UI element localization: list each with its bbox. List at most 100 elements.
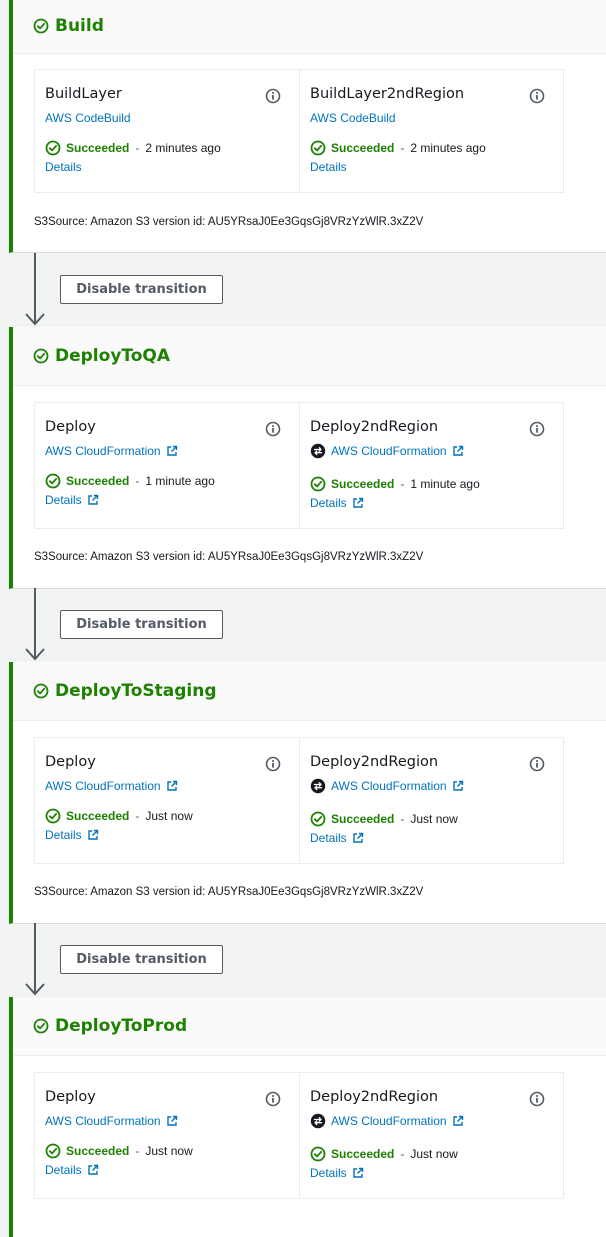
check-circle-icon bbox=[45, 808, 61, 824]
action-card: Deploy AWS CloudFormation Succeeded - Ju… bbox=[35, 1073, 299, 1198]
external-link-icon bbox=[166, 445, 178, 457]
provider-label: AWS CloudFormation bbox=[45, 779, 161, 793]
action-name: Deploy2ndRegion bbox=[310, 754, 439, 770]
details-link[interactable]: Details bbox=[310, 830, 553, 846]
status-time: 2 minutes ago bbox=[410, 141, 486, 155]
stage-build: Build BuildLayer AWS CodeBuild Succeeded… bbox=[9, 0, 606, 253]
stage-header: DeployToStaging bbox=[13, 662, 606, 721]
status-text: Succeeded bbox=[331, 477, 395, 491]
external-link-icon bbox=[87, 829, 99, 841]
check-circle-icon bbox=[45, 1143, 61, 1159]
status-text: Succeeded bbox=[331, 812, 395, 826]
action-status: Succeeded - Just now bbox=[45, 1142, 289, 1160]
provider-link[interactable]: AWS CloudFormation bbox=[45, 1113, 289, 1129]
status-separator: - bbox=[400, 1147, 405, 1161]
check-circle-icon bbox=[33, 348, 49, 364]
details-link[interactable]: Details bbox=[45, 1162, 289, 1178]
status-separator: - bbox=[135, 141, 140, 155]
status-time: 1 minute ago bbox=[145, 474, 215, 488]
action-list: BuildLayer AWS CodeBuild Succeeded - 2 m… bbox=[34, 69, 564, 193]
info-icon[interactable] bbox=[265, 1091, 281, 1107]
external-link-icon bbox=[452, 1115, 464, 1127]
source-revision: S3Source: Amazon S3 version id: AU5YRsaJ… bbox=[34, 551, 424, 563]
cross-region-icon bbox=[310, 1113, 326, 1129]
action-card: Deploy2ndRegion AWS CloudFormation Succe… bbox=[299, 1073, 563, 1198]
action-name: BuildLayer2ndRegion bbox=[310, 86, 465, 102]
provider-link[interactable]: AWS CloudFormation bbox=[310, 778, 553, 794]
check-circle-icon bbox=[310, 1146, 326, 1162]
check-circle-icon bbox=[33, 18, 49, 34]
details-link[interactable]: Details bbox=[310, 495, 553, 511]
status-time: 1 minute ago bbox=[410, 477, 480, 491]
action-status: Succeeded - Just now bbox=[310, 810, 553, 828]
stage-header: Build bbox=[13, 0, 606, 54]
details-label: Details bbox=[310, 496, 347, 510]
action-status: Succeeded - 1 minute ago bbox=[45, 472, 289, 490]
status-time: 2 minutes ago bbox=[145, 141, 221, 155]
action-status: Succeeded - 1 minute ago bbox=[310, 475, 553, 493]
provider-link[interactable]: AWS CodeBuild bbox=[45, 110, 289, 126]
provider-link[interactable]: AWS CloudFormation bbox=[45, 778, 289, 794]
cross-region-icon bbox=[310, 778, 326, 794]
details-link[interactable]: Details bbox=[45, 159, 289, 175]
provider-link[interactable]: AWS CloudFormation bbox=[45, 443, 289, 459]
provider-link[interactable]: AWS CodeBuild bbox=[310, 110, 553, 126]
provider-label: AWS CloudFormation bbox=[331, 779, 447, 793]
action-name: Deploy bbox=[45, 1089, 96, 1105]
info-icon[interactable] bbox=[265, 421, 281, 437]
stage-title: DeployToProd bbox=[55, 1016, 188, 1036]
details-link[interactable]: Details bbox=[310, 159, 553, 175]
info-icon[interactable] bbox=[265, 756, 281, 772]
action-name: BuildLayer bbox=[45, 86, 122, 102]
check-circle-icon bbox=[33, 683, 49, 699]
status-text: Succeeded bbox=[66, 1144, 130, 1158]
status-separator: - bbox=[135, 474, 140, 488]
provider-link[interactable]: AWS CloudFormation bbox=[310, 443, 553, 459]
provider-link[interactable]: AWS CloudFormation bbox=[310, 1113, 553, 1129]
source-revision: S3Source: Amazon S3 version id: AU5YRsaJ… bbox=[34, 886, 424, 898]
action-card: BuildLayer2ndRegion AWS CodeBuild Succee… bbox=[299, 70, 563, 192]
status-text: Succeeded bbox=[331, 141, 395, 155]
action-status: Succeeded - Just now bbox=[45, 807, 289, 825]
details-label: Details bbox=[45, 493, 82, 507]
arrow-down-icon bbox=[25, 253, 45, 326]
provider-label: AWS CodeBuild bbox=[45, 111, 131, 125]
action-card: Deploy2ndRegion AWS CloudFormation Succe… bbox=[299, 738, 563, 863]
stage-title: DeployToQA bbox=[55, 346, 171, 366]
stage-title: Build bbox=[55, 16, 104, 36]
arrow-down-icon bbox=[25, 588, 45, 661]
details-link[interactable]: Details bbox=[45, 827, 289, 843]
details-label: Details bbox=[310, 831, 347, 845]
status-time: Just now bbox=[145, 809, 193, 823]
action-card: Deploy2ndRegion AWS CloudFormation Succe… bbox=[299, 403, 563, 528]
disable-transition-button[interactable]: Disable transition bbox=[60, 275, 223, 304]
action-card: Deploy AWS CloudFormation Succeeded - Ju… bbox=[35, 738, 299, 863]
provider-label: AWS CodeBuild bbox=[310, 111, 396, 125]
disable-transition-button[interactable]: Disable transition bbox=[60, 610, 223, 639]
external-link-icon bbox=[166, 780, 178, 792]
external-link-icon bbox=[352, 497, 364, 509]
status-time: Just now bbox=[410, 1147, 458, 1161]
action-name: Deploy bbox=[45, 419, 96, 435]
source-revision: S3Source: Amazon S3 version id: AU5YRsaJ… bbox=[34, 216, 424, 228]
details-label: Details bbox=[45, 1163, 82, 1177]
info-icon[interactable] bbox=[529, 88, 545, 104]
check-circle-icon bbox=[310, 811, 326, 827]
info-icon[interactable] bbox=[529, 421, 545, 437]
provider-label: AWS CloudFormation bbox=[45, 1114, 161, 1128]
check-circle-icon bbox=[45, 473, 61, 489]
disable-transition-button[interactable]: Disable transition bbox=[60, 945, 223, 974]
status-separator: - bbox=[400, 812, 405, 826]
details-link[interactable]: Details bbox=[45, 492, 289, 508]
action-status: Succeeded - 2 minutes ago bbox=[45, 139, 289, 157]
info-icon[interactable] bbox=[265, 88, 281, 104]
action-name: Deploy2ndRegion bbox=[310, 1089, 439, 1105]
status-time: Just now bbox=[145, 1144, 193, 1158]
status-separator: - bbox=[400, 141, 405, 155]
info-icon[interactable] bbox=[529, 1091, 545, 1107]
status-separator: - bbox=[135, 809, 140, 823]
details-link[interactable]: Details bbox=[310, 1165, 553, 1181]
info-icon[interactable] bbox=[529, 756, 545, 772]
stage-title: DeployToStaging bbox=[55, 681, 217, 701]
check-circle-icon bbox=[33, 1018, 49, 1034]
